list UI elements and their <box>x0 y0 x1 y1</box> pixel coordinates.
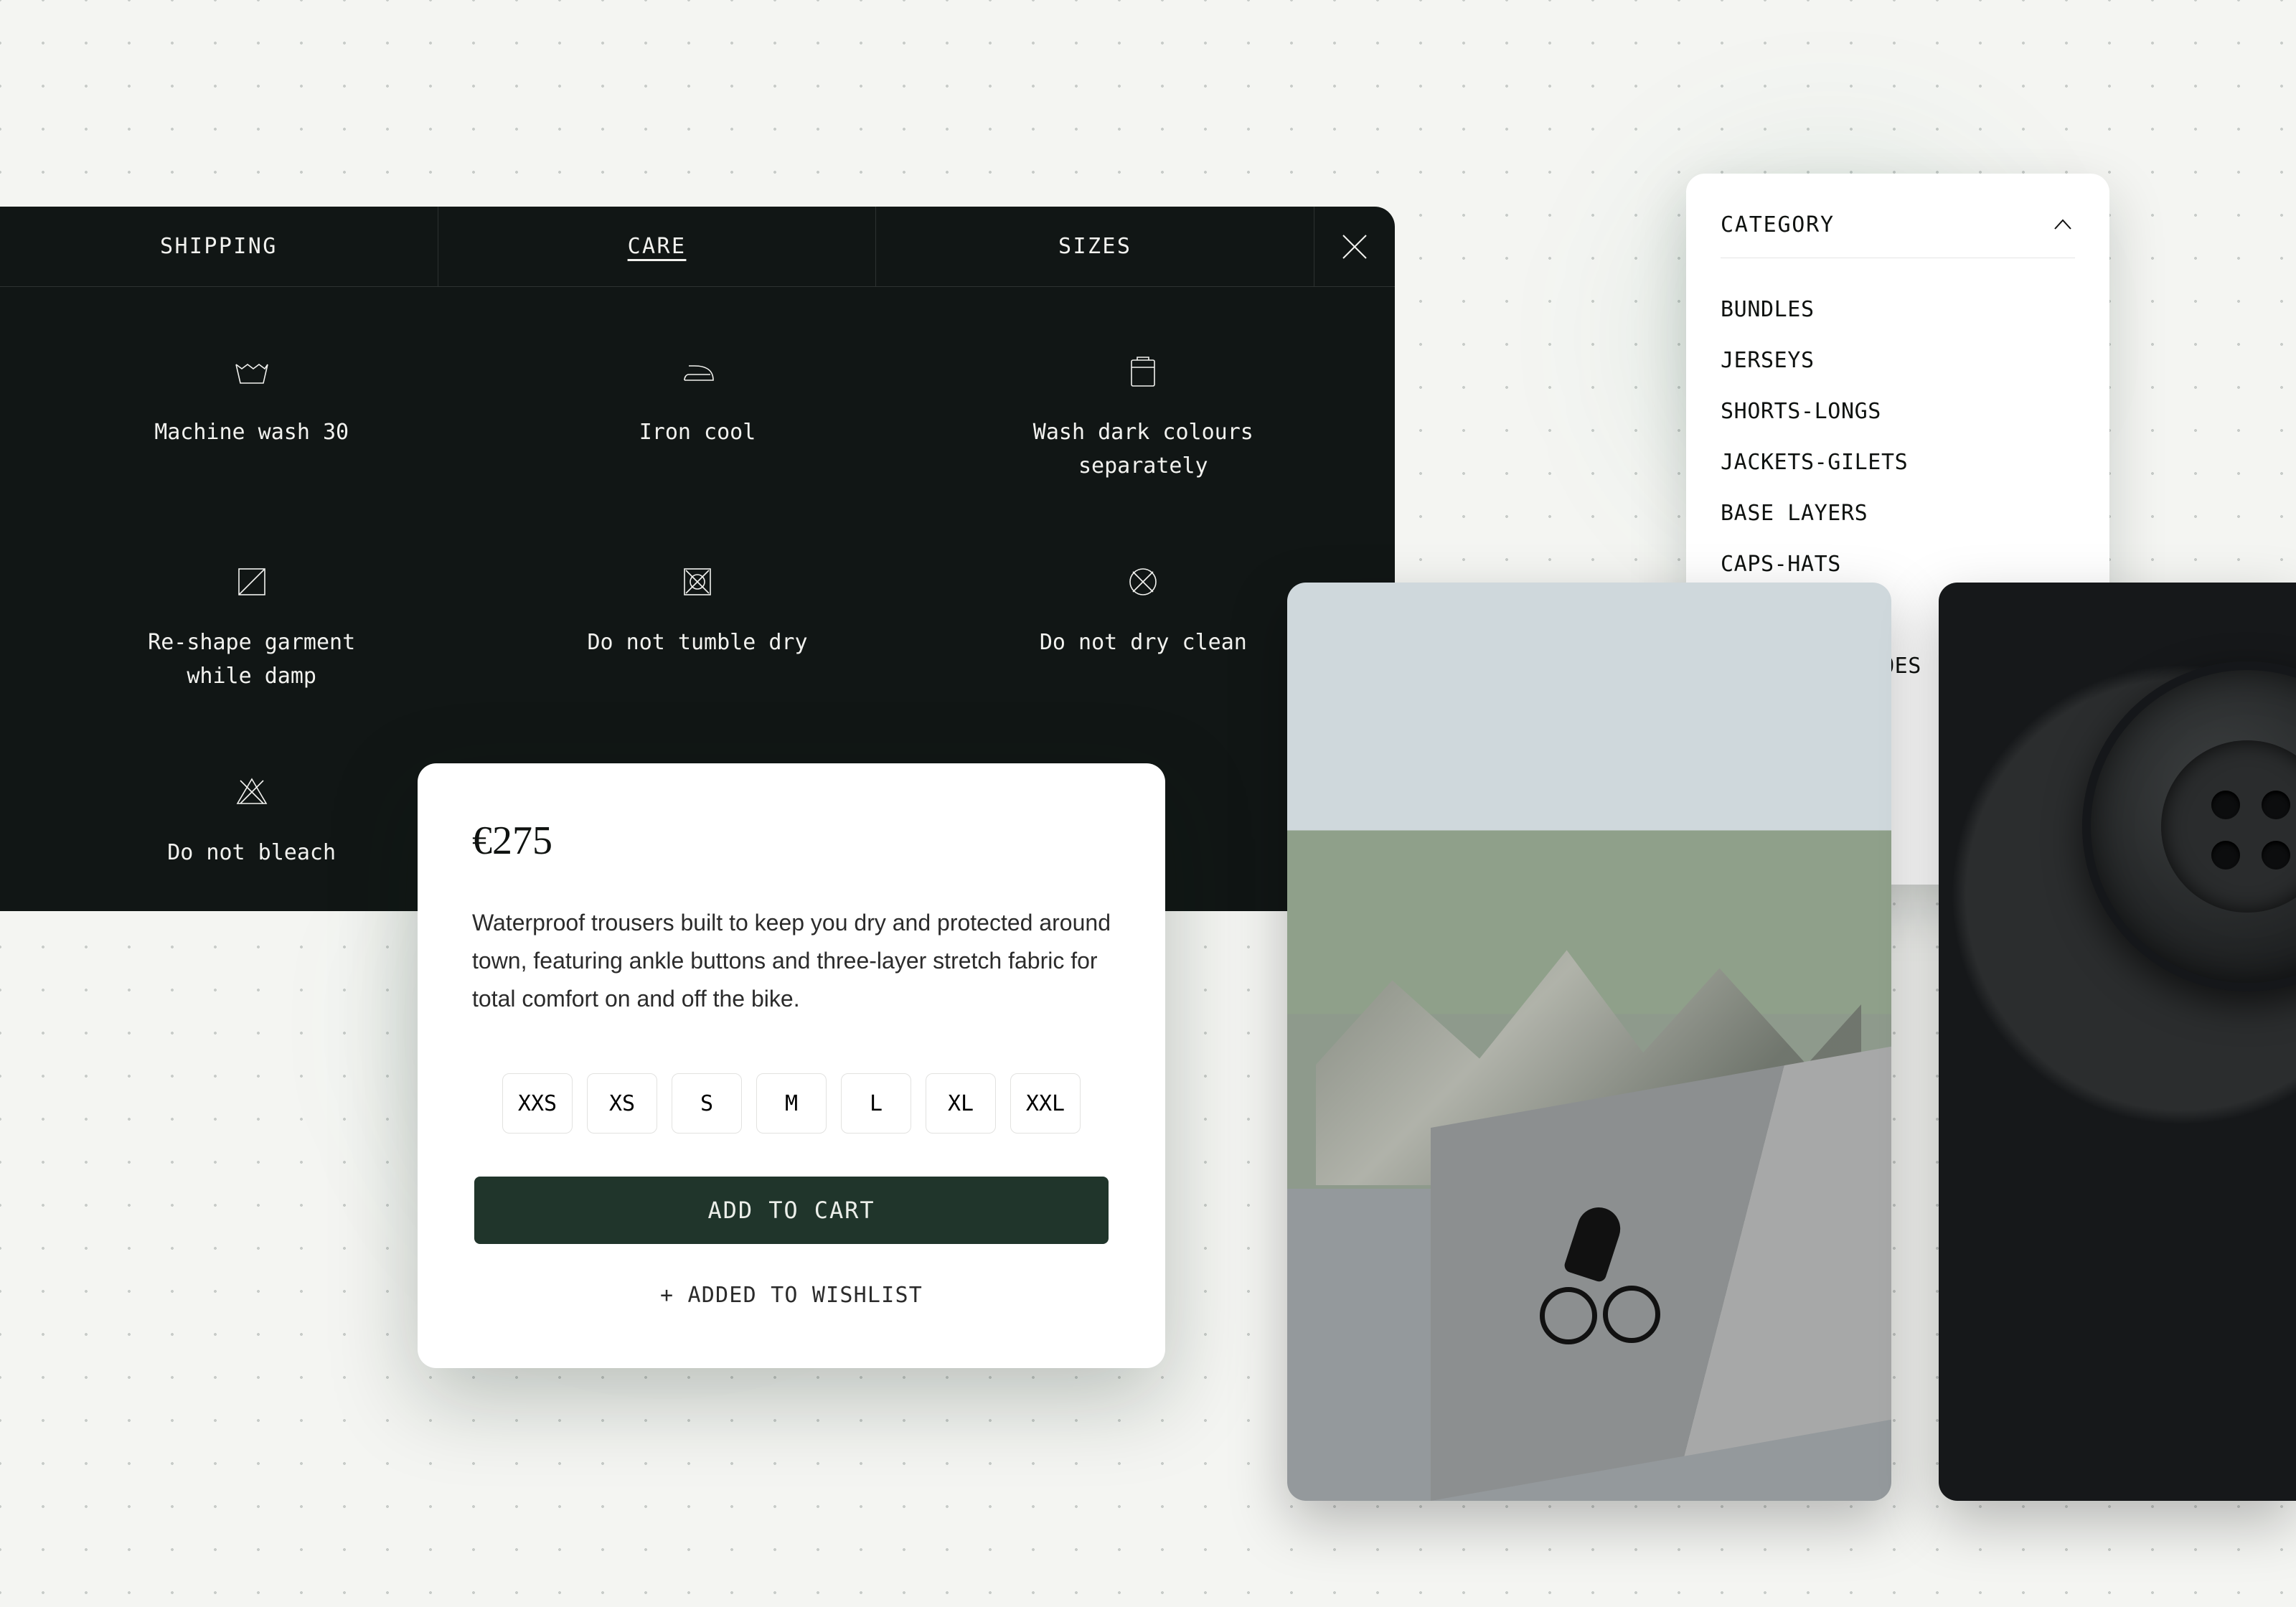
wishlist-toggle[interactable]: + ADDED TO WISHLIST <box>472 1283 1111 1308</box>
category-toggle[interactable]: CATEGORY <box>1721 212 2075 258</box>
price: €275 <box>472 818 1111 864</box>
iron-cool-icon <box>677 352 718 392</box>
care-item: Re-shape garment while damp <box>29 562 474 693</box>
care-label: Do not bleach <box>167 837 336 870</box>
no-bleach-icon <box>232 772 272 812</box>
reshape-icon <box>232 562 272 602</box>
tab-label: SIZES <box>1058 234 1131 259</box>
care-label: Do not dry clean <box>1040 626 1247 660</box>
tab-sizes[interactable]: SIZES <box>876 207 1314 286</box>
lifestyle-photo-cyclist <box>1287 583 1891 1501</box>
no-dryclean-icon <box>1123 562 1163 602</box>
tab-label: SHIPPING <box>160 234 278 259</box>
size-option[interactable]: S <box>672 1073 742 1134</box>
category-item[interactable]: JACKETS-GILETS <box>1721 437 2075 488</box>
chevron-up-icon <box>2051 213 2075 237</box>
care-label: Iron cool <box>639 416 756 450</box>
care-item: Iron cool <box>474 352 920 483</box>
product-description: Waterproof trousers built to keep you dr… <box>472 904 1111 1017</box>
size-option[interactable]: L <box>841 1073 911 1134</box>
tab-care[interactable]: CARE <box>438 207 877 286</box>
tab-label: CARE <box>628 234 687 259</box>
care-item: Machine wash 30 <box>29 352 474 483</box>
category-item[interactable]: BASE LAYERS <box>1721 488 2075 539</box>
wash-dark-icon <box>1123 352 1163 392</box>
size-option[interactable]: XS <box>587 1073 657 1134</box>
care-tabs: SHIPPING CARE SIZES <box>0 207 1395 287</box>
size-option[interactable]: XL <box>926 1073 996 1134</box>
add-to-cart-button[interactable]: ADD TO CART <box>474 1177 1109 1244</box>
care-label: Re-shape garment while damp <box>116 626 388 693</box>
size-option[interactable]: XXL <box>1010 1073 1081 1134</box>
care-label: Do not tumble dry <box>587 626 807 660</box>
category-item[interactable]: SHORTS-LONGS <box>1721 386 2075 437</box>
care-item: Do not tumble dry <box>474 562 920 693</box>
category-item[interactable]: BUNDLES <box>1721 284 2075 335</box>
close-button[interactable] <box>1314 207 1395 286</box>
no-tumble-icon <box>677 562 718 602</box>
care-item: Do not bleach <box>29 772 474 870</box>
wash-30-icon <box>232 352 272 392</box>
care-item: Wash dark colours separately <box>921 352 1366 483</box>
care-label: Machine wash 30 <box>154 416 349 450</box>
product-card: €275 Waterproof trousers built to keep y… <box>418 763 1165 1368</box>
size-selector: XXS XS S M L XL XXL <box>472 1073 1111 1134</box>
tab-shipping[interactable]: SHIPPING <box>0 207 438 286</box>
size-option[interactable]: XXS <box>502 1073 573 1134</box>
care-label: Wash dark colours separately <box>1007 416 1279 483</box>
close-icon <box>1339 231 1370 263</box>
category-title: CATEGORY <box>1721 212 1835 237</box>
detail-photo-button: vélobici <box>1939 583 2296 1501</box>
size-option[interactable]: M <box>756 1073 827 1134</box>
svg-text:vélobici: vélobici <box>2288 682 2296 869</box>
brand-mark: vélobici <box>2082 661 2296 991</box>
category-item[interactable]: JERSEYS <box>1721 335 2075 386</box>
